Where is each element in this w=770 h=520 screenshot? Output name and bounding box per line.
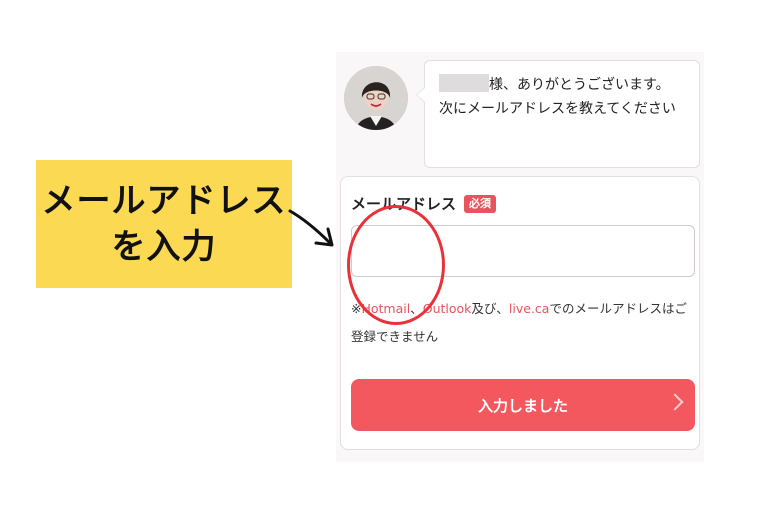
note-prefix: ※ [351, 301, 362, 316]
submit-label: 入力しました [477, 396, 568, 415]
email-input[interactable] [351, 225, 695, 277]
callout-line-2: を入力 [111, 227, 217, 267]
email-form-card: メールアドレス 必須 ※Hotmail、Outlook及び、live.caでのメ… [340, 176, 700, 450]
email-label-text: メールアドレス [351, 195, 457, 213]
callout-line-1: メールアドレス [41, 181, 287, 221]
chat-bubble: 様、ありがとうございます。 次にメールアドレスを教えてください [416, 60, 700, 168]
submit-button[interactable]: 入力しました [351, 379, 695, 431]
note-live: live.ca [508, 301, 550, 316]
operator-avatar [344, 66, 408, 130]
email-restriction-note: ※Hotmail、Outlook及び、live.caでのメールアドレスはご登録で… [351, 295, 697, 351]
note-and: 及び、 [471, 301, 509, 316]
email-field-label: メールアドレス 必須 [351, 193, 497, 214]
note-separator: 、 [410, 301, 423, 316]
redacted-name [439, 74, 489, 92]
registration-panel: 様、ありがとうございます。 次にメールアドレスを教えてください メールアドレス … [336, 52, 704, 462]
chevron-right-icon [666, 393, 684, 411]
greeting-line: 様、ありがとうございます。 [439, 73, 687, 97]
note-hotmail: Hotmail [361, 301, 411, 316]
arrow-icon [288, 209, 334, 247]
note-outlook: Outlook [422, 301, 472, 316]
chat-message: 次にメールアドレスを教えてください [439, 101, 676, 117]
required-badge: 必須 [464, 194, 497, 213]
greeting-text: 様、ありがとうございます。 [489, 77, 670, 93]
annotation-callout: メールアドレス を入力 [36, 160, 292, 288]
